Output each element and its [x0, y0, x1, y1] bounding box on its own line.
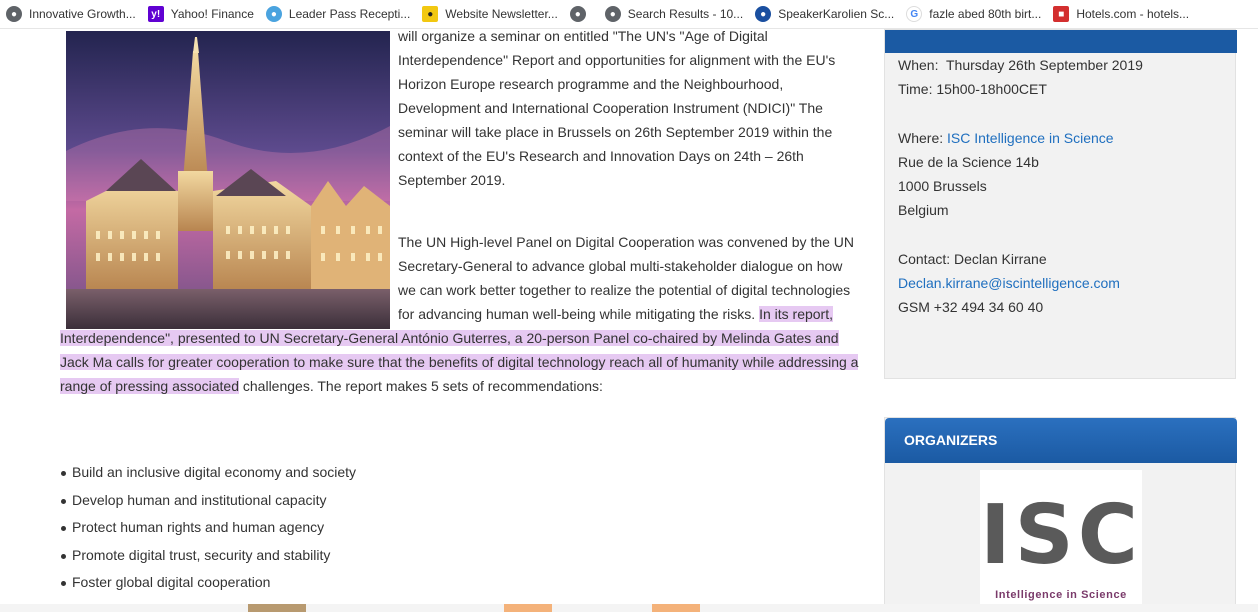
thumbnail-strip — [248, 604, 306, 612]
thumbnail-strip — [504, 604, 552, 612]
bookmark-label: Search Results - 10... — [627, 7, 744, 21]
bookmark-innovative-growth[interactable]: ● Innovative Growth... — [6, 0, 148, 28]
event-when: When: Thursday 26th September 2019 — [898, 53, 1143, 77]
globe-icon: ● — [604, 6, 621, 22]
bookmark-label: SpeakerKarolien Sc... — [778, 7, 895, 21]
leader-icon: ● — [265, 6, 282, 22]
panel-paragraph-end: challenges. The report makes 5 sets of r… — [239, 378, 603, 394]
panel-paragraph-continued: Interdependence", presented to UN Secret… — [60, 326, 860, 398]
bookmark-label: Yahoo! Finance — [170, 7, 254, 21]
bookmark-label: fazle abed 80th birt... — [929, 7, 1042, 21]
yahoo-icon: y! — [147, 6, 164, 22]
when-value: Thursday 26th September 2019 — [946, 57, 1143, 73]
event-where: Where: ISC Intelligence in Science — [898, 126, 1114, 150]
contact-phone: GSM +32 494 34 60 40 — [898, 299, 1044, 315]
article-content: will organize a seminar on entitled "The… — [0, 28, 870, 612]
event-time: Time: 15h00-18h00CET — [898, 81, 1047, 97]
isc-logo-text: ISC — [980, 488, 1142, 583]
bookmark-fazle-abed[interactable]: G fazle abed 80th birt... — [906, 0, 1053, 28]
list-item: Develop human and institutional capacity — [60, 487, 760, 515]
bookmark-label: Innovative Growth... — [29, 7, 136, 21]
bookmark-hotels[interactable]: ■ Hotels.com - hotels... — [1053, 0, 1201, 28]
event-info-header-bar — [885, 30, 1237, 53]
sidebar: When: Thursday 26th September 2019 Time:… — [884, 29, 1237, 615]
address-line: 1000 Brussels — [898, 178, 987, 194]
where-label: Where: — [898, 130, 944, 146]
list-item: Foster global digital cooperation — [60, 569, 760, 597]
venue-link[interactable]: ISC Intelligence in Science — [947, 130, 1114, 146]
event-info-box: When: Thursday 26th September 2019 Time:… — [884, 29, 1237, 379]
thumbnail-strip — [652, 604, 700, 612]
list-item: Promote digital trust, security and stab… — [60, 542, 760, 570]
bookmark-yahoo-finance[interactable]: y! Yahoo! Finance — [147, 0, 266, 28]
globe-icon: ● — [6, 6, 22, 22]
organizers-box: ORGANIZERS ISC Intelligence in Science — [884, 417, 1237, 615]
address-line: Rue de la Science 14b — [898, 154, 1039, 170]
when-label: When: — [898, 57, 939, 73]
brussels-grand-place-photo — [66, 31, 390, 329]
bookmark-label: Website Newsletter... — [445, 7, 558, 21]
bookmark-label: Leader Pass Recepti... — [288, 7, 411, 21]
globe-icon: ● — [569, 6, 586, 22]
google-icon: G — [906, 6, 923, 22]
recommendations-list: Build an inclusive digital economy and s… — [60, 459, 760, 597]
contact-email-link[interactable]: Declan.kirrane@iscintelligence.com — [898, 271, 1120, 295]
list-item: Build an inclusive digital economy and s… — [60, 459, 760, 487]
speaker-icon: ● — [755, 6, 772, 22]
intro-paragraph: will organize a seminar on entitled "The… — [398, 28, 836, 188]
organizers-heading: ORGANIZERS — [885, 418, 1237, 463]
address-line: Belgium — [898, 202, 949, 218]
event-contact: Contact: Declan Kirrane — [898, 251, 1047, 267]
list-item: Protect human rights and human agency — [60, 514, 760, 542]
hotels-icon: ■ — [1053, 6, 1070, 22]
isc-logo-subtitle: Intelligence in Science — [995, 589, 1127, 601]
town-hall-illustration — [66, 31, 390, 329]
bottom-image-strip — [0, 604, 1258, 612]
bookmark-label: Hotels.com - hotels... — [1076, 7, 1190, 21]
isc-logo[interactable]: ISC Intelligence in Science — [980, 470, 1142, 615]
newsletter-icon: ● — [422, 6, 439, 22]
